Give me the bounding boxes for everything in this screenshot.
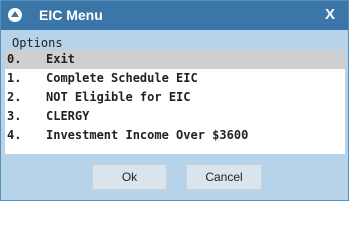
list-item-not-eligible[interactable]: 2. NOT Eligible for EIC: [5, 88, 345, 107]
list-item-exit[interactable]: 0. Exit: [5, 50, 345, 69]
list-item-complete-schedule-eic[interactable]: 1. Complete Schedule EIC: [5, 69, 345, 88]
title-bar[interactable]: EIC Menu X: [1, 1, 348, 30]
item-label: Complete Schedule EIC: [46, 71, 198, 85]
list-item-investment-income[interactable]: 4. Investment Income Over $3600: [5, 126, 345, 145]
list-item-clergy[interactable]: 3. CLERGY: [5, 107, 345, 126]
item-number: 2.: [7, 90, 22, 104]
item-label: NOT Eligible for EIC: [46, 90, 191, 104]
options-label: Options: [12, 36, 63, 50]
item-number: 3.: [7, 109, 22, 123]
window-title: EIC Menu: [39, 7, 103, 23]
item-number: 1.: [7, 71, 22, 85]
item-label: Exit: [46, 52, 75, 66]
ok-button[interactable]: Ok: [92, 164, 167, 190]
cancel-button[interactable]: Cancel: [186, 164, 262, 190]
app-icon: [8, 8, 22, 22]
item-number: 0.: [7, 52, 22, 66]
item-number: 4.: [7, 128, 22, 142]
options-listbox[interactable]: 0. Exit 1. Complete Schedule EIC 2. NOT …: [5, 50, 345, 154]
item-label: Investment Income Over $3600: [46, 128, 249, 142]
eic-menu-dialog: EIC Menu X Options 0. Exit 1. Complete S…: [0, 0, 349, 201]
close-button[interactable]: X: [325, 6, 335, 23]
item-label: CLERGY: [46, 109, 90, 123]
